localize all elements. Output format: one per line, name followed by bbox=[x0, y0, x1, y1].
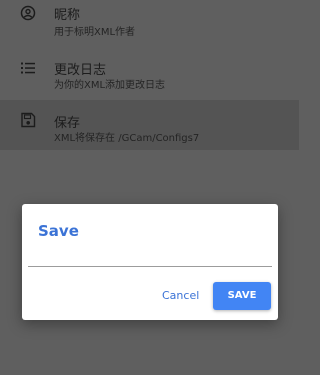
list-icon bbox=[20, 60, 36, 76]
settings-item-nickname[interactable]: 昵称 用于标明XML作者 bbox=[0, 0, 299, 50]
cancel-button[interactable]: Cancel bbox=[162, 289, 199, 302]
save-button[interactable]: SAVE bbox=[213, 282, 271, 310]
settings-item-subtitle: XML将保存在 /GCam/Configs7 bbox=[54, 133, 200, 144]
settings-item-title: 昵称 bbox=[54, 8, 81, 23]
filename-input[interactable] bbox=[28, 246, 272, 267]
settings-item-subtitle: 用于标明XML作者 bbox=[54, 27, 136, 38]
settings-item-subtitle: 为你的XML添加更改日志 bbox=[54, 80, 166, 91]
save-dialog: Save Cancel SAVE bbox=[22, 204, 278, 320]
account-circle-icon bbox=[20, 5, 36, 21]
save-icon bbox=[20, 112, 36, 128]
settings-item-changelog[interactable]: 更改日志 为你的XML添加更改日志 bbox=[0, 50, 299, 100]
dialog-title: Save bbox=[38, 222, 79, 240]
settings-item-save[interactable]: 保存 XML将保存在 /GCam/Configs7 bbox=[0, 100, 299, 150]
